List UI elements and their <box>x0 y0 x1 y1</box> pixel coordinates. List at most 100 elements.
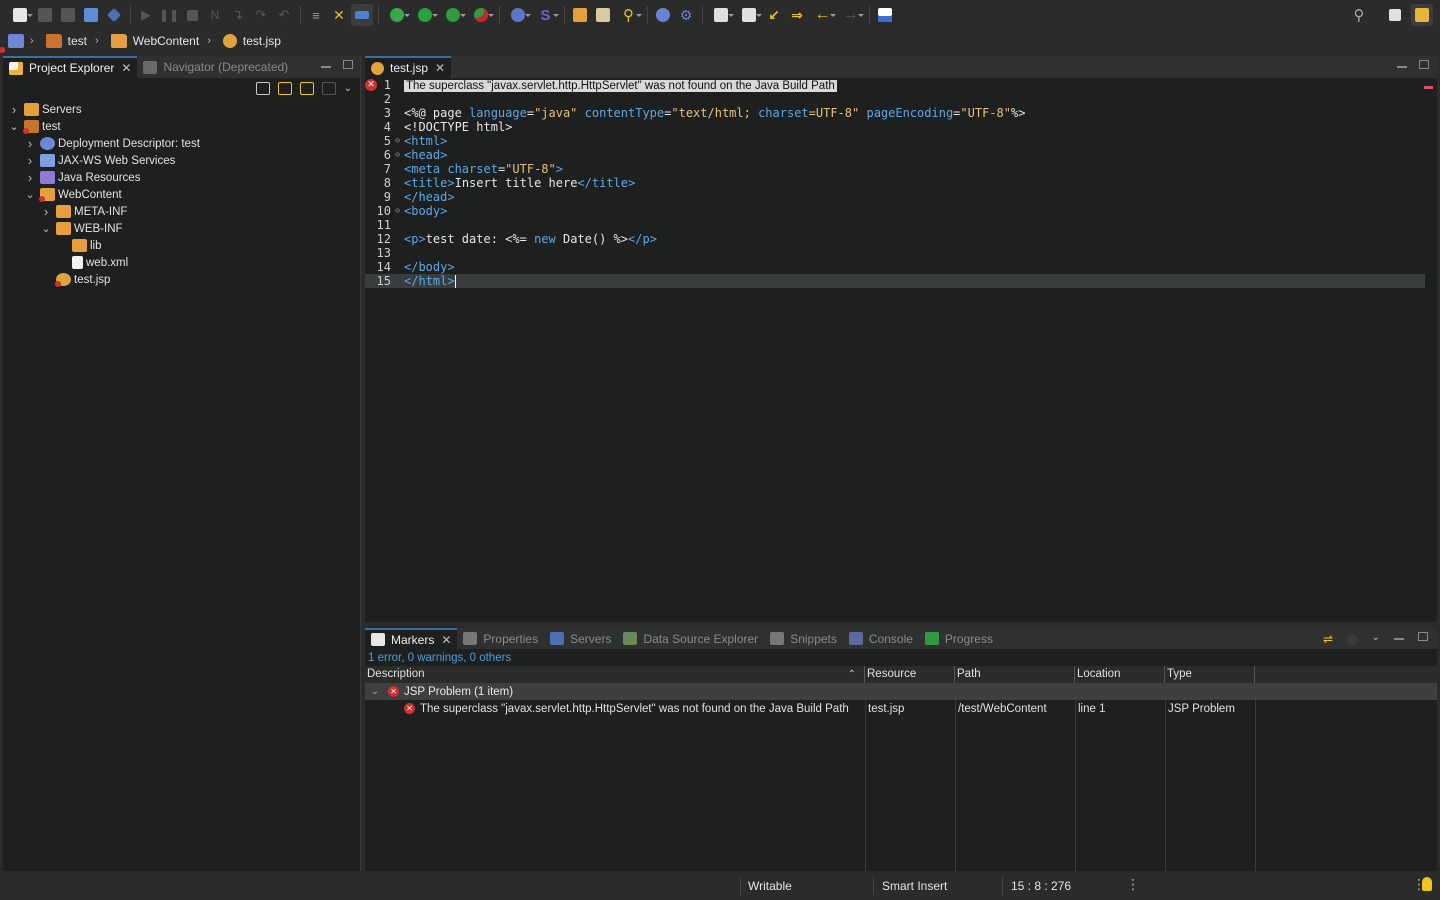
toggle-mark-occurrences-button[interactable]: ✕ <box>328 4 350 26</box>
tab-snippets[interactable]: Snippets <box>764 628 843 649</box>
code-line[interactable]: 4 <!DOCTYPE html> <box>365 120 1437 134</box>
step-return-button[interactable]: ↶ <box>273 4 295 26</box>
close-icon[interactable]: ✕ <box>441 633 451 647</box>
tab-servers[interactable]: Servers <box>544 628 617 649</box>
code-line[interactable]: 7 <meta charset="UTF-8"> <box>365 162 1437 176</box>
tab-project-explorer[interactable]: Project Explorer ✕ <box>3 56 138 78</box>
tree-item[interactable]: › Java Resources <box>3 169 360 186</box>
tree-item[interactable]: › JAX-WS Web Services <box>3 152 360 169</box>
tab-data-source-explorer[interactable]: Data Source Explorer <box>617 628 764 649</box>
error-icon[interactable]: ✕ <box>365 79 377 91</box>
new-java-class-button[interactable]: S <box>532 4 559 26</box>
terminate-button[interactable] <box>181 4 203 26</box>
save-button[interactable] <box>34 4 56 26</box>
lightbulb-icon[interactable] <box>1422 877 1432 891</box>
column-path[interactable]: Path <box>955 666 1075 683</box>
status-menu-icon[interactable]: ⋮ <box>1126 876 1140 893</box>
focus-icon[interactable]: ◎ <box>1347 632 1357 646</box>
maximize-icon[interactable] <box>1417 632 1428 641</box>
java-ee-perspective-button[interactable] <box>1411 4 1433 26</box>
global-search-button[interactable]: ⚲ <box>1348 4 1370 26</box>
chevron-right-icon[interactable]: › <box>8 102 20 117</box>
step-over-button[interactable]: ↷ <box>250 4 272 26</box>
tab-markers[interactable]: Markers ✕ <box>365 628 458 649</box>
tree-item[interactable]: ⌄ WebContent <box>3 186 360 203</box>
code-line[interactable]: 11 <box>365 218 1437 232</box>
previous-annotation-button[interactable] <box>735 4 762 26</box>
coverage-button[interactable] <box>439 4 466 26</box>
chevron-down-icon[interactable]: ⌄ <box>24 189 36 200</box>
code-line[interactable]: 14 </body> <box>365 260 1437 274</box>
new-wizard-button[interactable] <box>6 4 33 26</box>
minimize-icon[interactable] <box>1393 638 1404 640</box>
code-line[interactable]: 13 <box>365 246 1437 260</box>
deploy-button[interactable]: ⚙ <box>675 4 697 26</box>
tree-item[interactable]: › META-INF <box>3 203 360 220</box>
code-line[interactable]: 2 <box>365 92 1437 106</box>
maximize-icon[interactable] <box>1419 60 1429 69</box>
tree-item[interactable]: › Servers <box>3 101 360 118</box>
code-line[interactable]: 5 ⊖ <html> <box>365 134 1437 148</box>
code-line[interactable]: 8 <title>Insert title here</title> <box>365 176 1437 190</box>
tree-item[interactable]: web.xml <box>3 254 360 271</box>
table-row[interactable]: ✕ The superclass "javax.servlet.http.Htt… <box>365 700 1437 717</box>
toggle-block-button[interactable]: ≡ <box>305 4 327 26</box>
open-browser-button[interactable] <box>652 4 674 26</box>
code-line[interactable]: 6 ⊖ <head> <box>365 148 1437 162</box>
run-button[interactable] <box>411 4 438 26</box>
column-description[interactable]: Description ⌃ <box>365 666 865 683</box>
code-line[interactable]: 9 </head> <box>365 190 1437 204</box>
filter-icon[interactable]: ⇌ <box>1323 632 1333 646</box>
minimize-icon[interactable] <box>1397 66 1407 68</box>
suspend-button[interactable]: ❚❚ <box>158 4 180 26</box>
new-window-button[interactable] <box>874 4 896 26</box>
tab-test-jsp[interactable]: test.jsp ✕ <box>365 56 452 78</box>
code-line[interactable]: 10 ⊖ <body> <box>365 204 1437 218</box>
code-line[interactable]: 3 <%@ page language="java" contentType="t… <box>365 106 1437 120</box>
chevron-right-icon[interactable]: › <box>40 204 52 219</box>
toggle-breadcrumb-button[interactable] <box>351 4 373 26</box>
view-menu-icon[interactable]: ⌄ <box>1372 632 1380 646</box>
open-type-button[interactable] <box>569 4 591 26</box>
open-terminal-button[interactable] <box>80 4 102 26</box>
column-type[interactable]: Type <box>1165 666 1255 683</box>
marker-group[interactable]: ⌄ ✕ JSP Problem (1 item) <box>365 683 1437 700</box>
chevron-down-icon[interactable]: ⌄ <box>8 121 20 132</box>
last-edit-location-button[interactable]: ↙ <box>763 4 785 26</box>
close-icon[interactable]: ✕ <box>435 61 445 75</box>
column-resource[interactable]: Resource <box>865 666 955 683</box>
resume-button[interactable]: ▶ <box>135 4 157 26</box>
code-line[interactable]: 12 <p>test date: <%= new Date() %></p> <box>365 232 1437 246</box>
tab-navigator[interactable]: Navigator (Deprecated) <box>137 56 294 78</box>
view-menu-icon[interactable]: ⌄ <box>344 83 352 94</box>
tree-item[interactable]: ⌄ WEB-INF <box>3 220 360 237</box>
fold-icon[interactable]: ⊖ <box>393 204 402 218</box>
back-button[interactable]: ← <box>809 4 836 26</box>
chevron-down-icon[interactable]: ⌄ <box>367 686 383 697</box>
skip-breakpoints-button[interactable] <box>103 4 125 26</box>
open-task-button[interactable] <box>592 4 614 26</box>
filter-icon[interactable] <box>299 81 314 95</box>
forward-button[interactable]: → <box>837 4 864 26</box>
tab-console[interactable]: Console <box>843 628 919 649</box>
focus-icon[interactable] <box>321 81 336 95</box>
external-tools-button[interactable] <box>467 4 494 26</box>
next-annotation-button[interactable] <box>707 4 734 26</box>
chevron-down-icon[interactable]: ⌄ <box>40 223 52 234</box>
save-all-button[interactable] <box>57 4 79 26</box>
minimize-icon[interactable] <box>321 66 331 68</box>
tree-item[interactable]: test.jsp <box>3 271 360 288</box>
chevron-right-icon[interactable]: › <box>24 170 36 185</box>
breadcrumb-root[interactable]: › <box>8 34 40 48</box>
maximize-icon[interactable] <box>343 60 353 69</box>
search-button[interactable]: ⚲ <box>615 4 642 26</box>
code-line[interactable]: 1 ✕ The superclass "javax.servlet.http.Htt… <box>365 78 1437 92</box>
fold-icon[interactable]: ⊖ <box>393 134 402 148</box>
tab-properties[interactable]: Properties <box>457 628 544 649</box>
breadcrumb-item-test[interactable]: test › <box>45 34 105 48</box>
overview-error-marker[interactable] <box>1424 86 1433 89</box>
collapse-all-icon[interactable] <box>255 81 270 95</box>
breadcrumb-item-webcontent[interactable]: WebContent › <box>110 34 217 48</box>
tab-progress[interactable]: Progress <box>919 628 999 649</box>
open-perspective-button[interactable] <box>1384 4 1406 26</box>
